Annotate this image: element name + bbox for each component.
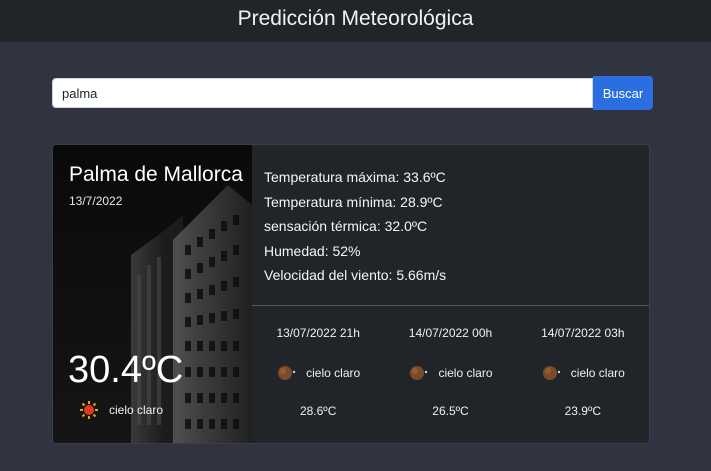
- search-input[interactable]: [52, 78, 593, 108]
- moon-icon: [542, 366, 560, 380]
- weather-stats: Temperatura máxima: 33.6ºC Temperatura m…: [264, 165, 446, 288]
- forecast-row: 13/07/2022 21h cielo claro 28.6ºC 14/07/…: [252, 326, 649, 418]
- moon-icon: [278, 366, 296, 380]
- forecast-item: 14/07/2022 03h cielo claro 23.9ºC: [517, 326, 649, 418]
- min-temperature: Temperatura mínima: 28.9ºC: [264, 193, 443, 210]
- top-bar: Predicción Meteorológica: [0, 0, 711, 42]
- current-condition: cielo claro: [79, 400, 163, 420]
- weather-card: Palma de Mallorca 13/7/2022 30.4ºC cielo…: [52, 144, 650, 444]
- forecast-item: 13/07/2022 21h cielo claro 28.6ºC: [252, 326, 384, 418]
- forecast-time: 14/07/2022 03h: [541, 326, 625, 340]
- max-temperature: Temperatura máxima: 33.6ºC: [264, 169, 446, 185]
- current-weather-panel: Palma de Mallorca 13/7/2022 30.4ºC cielo…: [53, 145, 252, 443]
- divider: [252, 305, 649, 306]
- search-button[interactable]: Buscar: [593, 76, 653, 110]
- sun-icon: [80, 401, 98, 419]
- city-name: Palma de Mallorca: [69, 163, 243, 186]
- forecast-time: 14/07/2022 00h: [408, 326, 493, 340]
- forecast-temperature: 26.5ºC: [432, 404, 469, 418]
- feels-like: sensación térmica: 32.0ºC: [264, 218, 428, 234]
- wind-speed: Velocidad del viento: 5.66m/s: [264, 267, 447, 283]
- forecast-time: 13/07/2022 21h: [276, 326, 360, 340]
- forecast-condition: cielo claro: [306, 366, 361, 380]
- forecast-condition: cielo claro: [438, 366, 493, 380]
- page-title: Predicción Meteorológica: [237, 7, 474, 30]
- moon-icon: [410, 366, 428, 380]
- current-date: 13/7/2022: [69, 194, 123, 208]
- details-panel: Temperatura máxima: 33.6ºC Temperatura m…: [252, 145, 649, 443]
- city-background-image: [53, 145, 252, 443]
- forecast-item: 14/07/2022 00h cielo claro 26.5ºC: [384, 326, 516, 418]
- current-condition-label: cielo claro: [109, 403, 164, 417]
- forecast-condition: cielo claro: [570, 366, 625, 380]
- current-temperature: 30.4ºC: [68, 349, 184, 391]
- forecast-temperature: 28.6ºC: [299, 404, 337, 418]
- search-bar: Buscar: [52, 76, 653, 110]
- humidity: Humedad: 52%: [264, 242, 361, 259]
- forecast-temperature: 23.9ºC: [564, 404, 602, 418]
